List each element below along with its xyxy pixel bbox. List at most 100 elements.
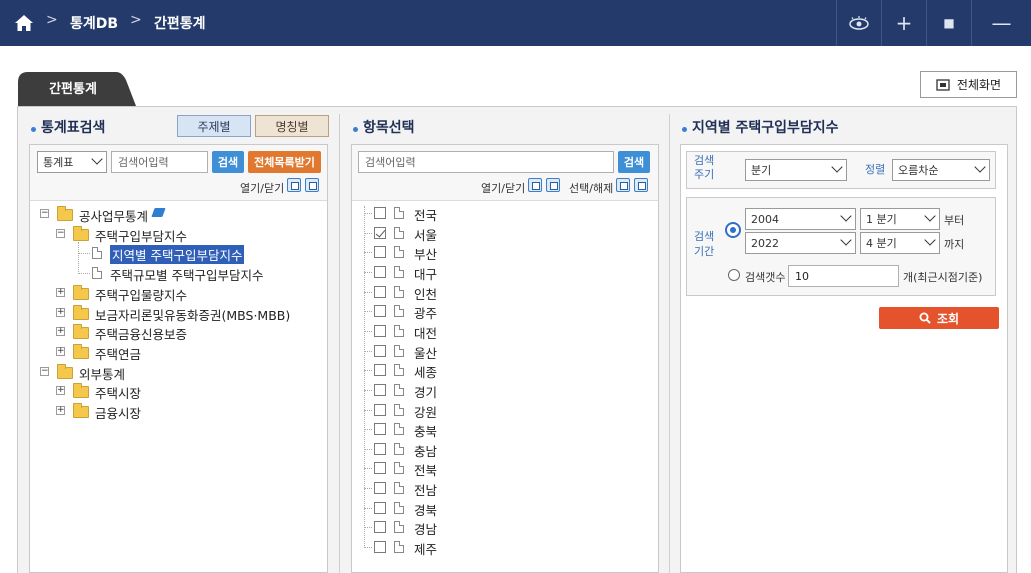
from-quarter-select[interactable]: 1 분기 — [860, 208, 940, 230]
tree-expander-icon[interactable]: + — [56, 406, 65, 415]
tree-expander-icon[interactable]: + — [56, 288, 65, 297]
item-search-input[interactable]: 검색어입력 — [358, 151, 614, 173]
item-label[interactable]: 울산 — [414, 343, 437, 362]
tree-expander-icon[interactable]: − — [40, 209, 49, 218]
from-year-select[interactable]: 2004 — [745, 208, 856, 230]
item-checkbox[interactable] — [374, 266, 386, 278]
query-button[interactable]: 조회 — [879, 307, 999, 329]
item-checkbox[interactable] — [374, 482, 386, 494]
to-quarter-select[interactable]: 4 분기 — [860, 232, 940, 254]
select-all-icon[interactable] — [616, 178, 630, 192]
collapse-all-icon[interactable] — [305, 178, 319, 192]
item-label[interactable]: 서울 — [414, 225, 437, 244]
tree-expander-icon[interactable]: + — [56, 347, 65, 356]
breadcrumb-item-statdb[interactable]: 통계DB — [70, 13, 118, 33]
period-select[interactable]: 분기 — [745, 159, 847, 181]
tree-expander-icon[interactable]: + — [56, 386, 65, 395]
item-checkbox[interactable] — [374, 286, 386, 298]
item-checkbox[interactable] — [374, 502, 386, 514]
tree-node-label[interactable]: 공사업무통계 — [79, 206, 148, 225]
expand-all-icon[interactable] — [287, 178, 301, 192]
item-label[interactable]: 강원 — [414, 402, 437, 421]
tree-expander-icon[interactable]: + — [56, 308, 65, 317]
item-label[interactable]: 충남 — [414, 441, 437, 460]
minus-button[interactable]: — — [971, 0, 1031, 46]
home-icon[interactable] — [14, 13, 34, 33]
search-type-select[interactable]: 통계표 — [37, 151, 107, 173]
item-checkbox[interactable] — [374, 246, 386, 258]
period-value: 분기 — [751, 164, 772, 177]
item-checkbox[interactable] — [374, 325, 386, 337]
item-checkbox[interactable] — [374, 207, 386, 219]
item-label[interactable]: 제주 — [414, 539, 437, 558]
square-button[interactable]: ■ — [926, 0, 971, 46]
tree-node-label[interactable]: 주택구입부담지수 — [95, 226, 187, 245]
tree-line — [364, 206, 365, 546]
fullscreen-button[interactable]: 전체화면 — [920, 71, 1017, 98]
item-label[interactable]: 광주 — [414, 303, 437, 322]
tree-node-label[interactable]: 보금자리론및유동화증권(MBS·MBB) — [95, 305, 290, 324]
tree-node-label[interactable]: 외부통계 — [79, 364, 125, 383]
tree-expander-icon[interactable]: − — [56, 229, 65, 238]
tree-line — [78, 242, 79, 274]
item-checkbox[interactable] — [374, 423, 386, 435]
clear-all-icon[interactable] — [634, 178, 648, 192]
count-input[interactable]: 10 — [788, 265, 899, 287]
stat-search-input[interactable]: 검색어입력 — [111, 151, 208, 173]
to-year-select[interactable]: 2022 — [745, 232, 856, 254]
item-checkbox[interactable] — [374, 404, 386, 416]
item-label[interactable]: 경남 — [414, 519, 437, 538]
tab-label: 간편통계 — [49, 82, 97, 97]
tree-node-label[interactable]: 주택구입물량지수 — [95, 285, 187, 304]
item-checkbox[interactable] — [374, 364, 386, 376]
title-bullet-icon — [31, 127, 36, 132]
item-label[interactable]: 경기 — [414, 382, 437, 401]
item-label[interactable]: 인천 — [414, 284, 437, 303]
eye-button[interactable] — [836, 0, 881, 46]
tree-line — [364, 252, 372, 253]
item-label[interactable]: 부산 — [414, 244, 437, 263]
full-list-button[interactable]: 전체목록받기 — [248, 151, 321, 173]
expand-all-icon[interactable] — [528, 178, 542, 192]
document-icon — [394, 521, 404, 533]
tree-node-label[interactable]: 주택연금 — [95, 344, 141, 363]
tree-node-label[interactable]: 주택시장 — [95, 383, 141, 402]
stat-search-button[interactable]: 검색 — [212, 151, 244, 173]
toggle-by-name[interactable]: 명칭별 — [255, 115, 329, 137]
tree-node-label[interactable]: 주택금융신용보증 — [95, 324, 187, 343]
count-radio[interactable] — [728, 269, 740, 281]
item-checkbox[interactable] — [374, 541, 386, 553]
tree-node-label[interactable]: 지역별 주택구입부담지수 — [110, 245, 245, 264]
document-icon — [394, 325, 404, 337]
item-checkbox[interactable] — [374, 443, 386, 455]
tree-line — [364, 292, 372, 293]
tree-expander-icon[interactable]: − — [40, 367, 49, 376]
breadcrumb-item-simple-stats[interactable]: 간편통계 — [154, 13, 206, 33]
item-checkbox[interactable] — [374, 345, 386, 357]
plus-button[interactable]: + — [881, 0, 926, 46]
item-label[interactable]: 전북 — [414, 460, 437, 479]
item-label[interactable]: 전국 — [414, 205, 437, 224]
item-search-button[interactable]: 검색 — [618, 151, 650, 173]
item-label[interactable]: 대구 — [414, 264, 437, 283]
item-checkbox[interactable] — [374, 521, 386, 533]
item-checkbox[interactable] — [374, 462, 386, 474]
range-radio[interactable] — [725, 222, 741, 238]
collapse-all-icon[interactable] — [546, 178, 560, 192]
item-label[interactable]: 충북 — [414, 421, 437, 440]
item-label[interactable]: 세종 — [414, 362, 437, 381]
item-label[interactable]: 전남 — [414, 480, 437, 499]
tree-node-label[interactable]: 주택규모별 주택구입부담지수 — [110, 265, 263, 284]
count-label: 검색갯수 — [745, 271, 786, 284]
sort-select[interactable]: 오름차순 — [892, 159, 990, 181]
document-icon — [394, 286, 404, 298]
breadcrumb-separator: > — [46, 12, 58, 28]
tree-expander-icon[interactable]: + — [56, 327, 65, 336]
item-checkbox[interactable] — [374, 305, 386, 317]
item-label[interactable]: 대전 — [414, 323, 437, 342]
toggle-by-subject[interactable]: 주제별 — [177, 115, 251, 137]
item-checkbox[interactable] — [374, 227, 386, 239]
item-checkbox[interactable] — [374, 384, 386, 396]
tree-node-label[interactable]: 금융시장 — [95, 403, 141, 422]
item-label[interactable]: 경북 — [414, 500, 437, 519]
